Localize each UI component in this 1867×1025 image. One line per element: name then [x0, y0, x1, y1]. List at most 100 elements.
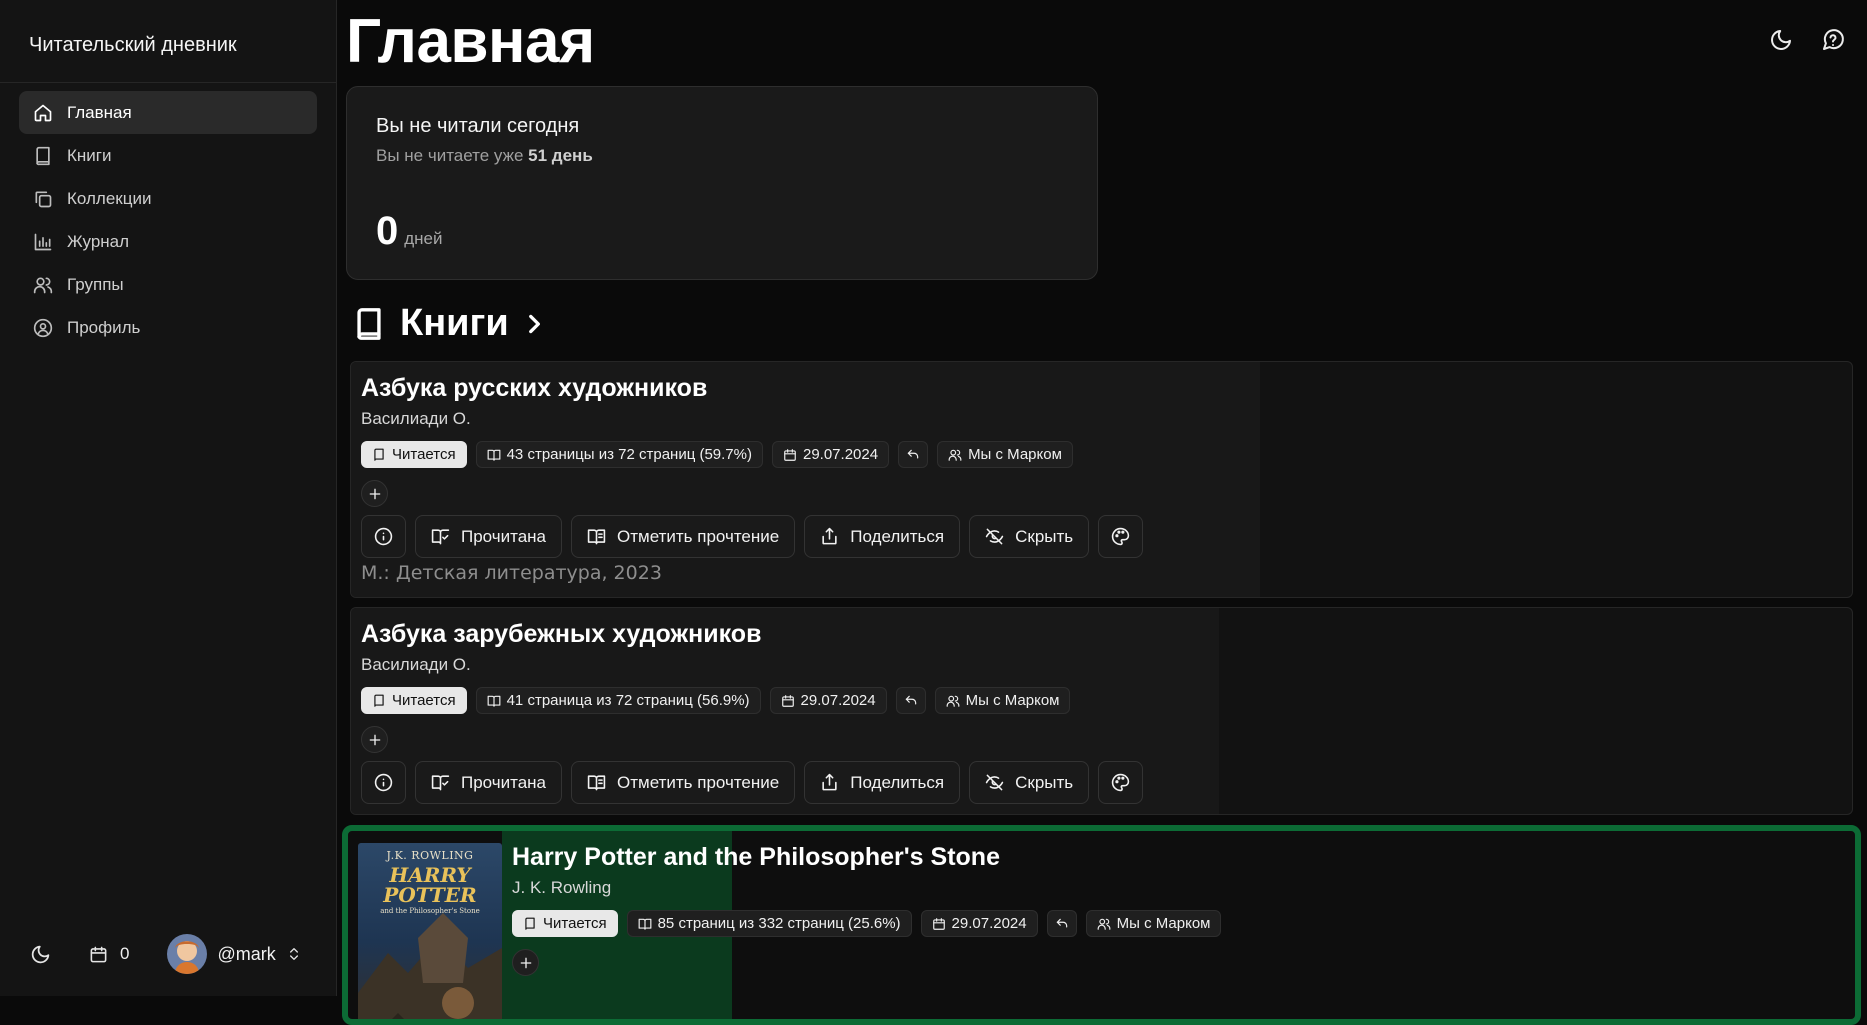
eye-off-icon — [985, 528, 1004, 545]
book-icon — [357, 307, 381, 340]
users-icon — [1097, 918, 1111, 930]
book-card-highlighted[interactable]: J.K. ROWLING HARRY POTTER and the Philos… — [342, 825, 1861, 1025]
sidebar-footer: 0 @mark — [0, 912, 337, 996]
status-badge[interactable]: Читается — [361, 441, 467, 468]
theme-toggle-button[interactable] — [1763, 22, 1799, 58]
info-button[interactable] — [361, 515, 406, 558]
book-icon — [374, 448, 384, 461]
avatar — [167, 934, 208, 974]
chevrons-up-down-icon — [289, 948, 298, 960]
book-badges: Читается 85 страниц из 332 страниц (25.6… — [512, 910, 1230, 937]
sidebar-item-journal[interactable]: Журнал — [19, 220, 317, 263]
progress-badge[interactable]: 41 страница из 72 страниц (56.9%) — [475, 687, 761, 714]
date-label: 29.07.2024 — [800, 692, 876, 709]
main-content: Главная Вы не читали сегодня Вы не читае… — [338, 0, 1867, 1025]
user-circle-icon — [33, 318, 53, 337]
add-tag-button[interactable] — [512, 949, 539, 976]
group-badge[interactable]: Мы с Марком — [937, 441, 1073, 468]
today-subtitle: Вы не читаете уже 51 день — [376, 146, 1068, 166]
sidebar-item-books[interactable]: Книги — [19, 134, 317, 177]
status-badge[interactable]: Читается — [512, 910, 618, 937]
sidebar-item-home[interactable]: Главная — [19, 91, 317, 134]
book-check-icon — [431, 775, 450, 791]
progress-label: 85 страниц из 332 страниц (25.6%) — [657, 915, 901, 932]
sidebar-nav: Главная Книги Коллекции Журнал Группы Пр… — [0, 83, 336, 357]
help-chat-icon — [1823, 29, 1844, 50]
undo-button[interactable] — [898, 441, 929, 468]
palette-button[interactable] — [1098, 515, 1144, 558]
hide-button[interactable]: Скрыть — [969, 761, 1090, 804]
help-button[interactable] — [1815, 22, 1851, 58]
date-badge[interactable]: 29.07.2024 — [771, 441, 890, 468]
progress-badge[interactable]: 43 страницы из 72 страниц (59.7%) — [475, 441, 763, 468]
sidebar-item-label: Коллекции — [67, 188, 152, 208]
share-label: Поделиться — [850, 772, 945, 792]
user-menu[interactable]: @mark — [167, 934, 301, 974]
share-button[interactable]: Поделиться — [804, 761, 961, 804]
streak-counter[interactable]: 0 — [89, 944, 129, 964]
log-reading-button[interactable]: Отметить прочтение — [571, 761, 796, 804]
users-icon — [33, 277, 53, 293]
book-badges: Читается 41 страница из 72 страниц (56.9… — [361, 687, 1152, 714]
book-title: Азбука зарубежных художников — [361, 620, 762, 648]
cover-art — [358, 913, 502, 1019]
top-toolbar — [1747, 22, 1851, 58]
calendar-icon — [781, 694, 794, 707]
book-card[interactable]: Азбука зарубежных художников Василиади О… — [350, 607, 1853, 815]
today-count: 0 дней — [376, 209, 443, 254]
sidebar-item-profile[interactable]: Профиль — [19, 306, 317, 349]
open-book-icon — [587, 775, 606, 791]
log-reading-label: Отметить прочтение — [617, 526, 780, 546]
progress-badge[interactable]: 85 страниц из 332 страниц (25.6%) — [626, 910, 912, 937]
book-author: J. K. Rowling — [512, 878, 612, 897]
calendar-icon — [90, 946, 107, 962]
book-author: Василиади О. — [361, 655, 471, 674]
add-tag-button[interactable] — [361, 726, 388, 753]
books-section-link[interactable]: Книги — [352, 302, 547, 345]
group-badge[interactable]: Мы с Марком — [1085, 910, 1222, 937]
undo-button[interactable] — [895, 687, 926, 714]
info-icon — [374, 773, 393, 792]
status-label: Читается — [392, 692, 456, 709]
sidebar-item-label: Профиль — [67, 317, 141, 337]
home-icon — [34, 104, 52, 121]
eye-off-icon — [985, 774, 1004, 791]
theme-toggle-button[interactable] — [30, 944, 51, 965]
today-count-unit: дней — [404, 229, 443, 248]
status-badge[interactable]: Читается — [361, 687, 467, 714]
undo-icon — [905, 695, 916, 704]
group-badge[interactable]: Мы с Марком — [934, 687, 1071, 714]
share-icon — [822, 773, 837, 791]
book-card[interactable]: Азбука русских художников Василиади О. Ч… — [350, 361, 1853, 598]
mark-read-button[interactable]: Прочитана — [415, 761, 562, 804]
sidebar-item-label: Книги — [67, 145, 112, 165]
palette-button[interactable] — [1098, 761, 1144, 804]
hide-button[interactable]: Скрыть — [969, 515, 1090, 558]
book-cover[interactable]: J.K. ROWLING HARRY POTTER and the Philos… — [358, 843, 502, 1019]
sidebar-item-label: Группы — [67, 274, 124, 294]
mark-read-button[interactable]: Прочитана — [415, 515, 562, 558]
open-book-icon — [487, 449, 501, 461]
moon-icon — [1771, 30, 1791, 50]
undo-button[interactable] — [1046, 910, 1077, 937]
book-info: Азбука зарубежных художников Василиади О… — [361, 620, 1152, 804]
book-icon — [374, 694, 384, 707]
share-button[interactable]: Поделиться — [804, 515, 961, 558]
today-sub-days: 51 день — [528, 146, 593, 165]
date-badge[interactable]: 29.07.2024 — [920, 910, 1038, 937]
users-icon — [946, 695, 960, 707]
today-title: Вы не читали сегодня — [376, 115, 580, 137]
info-button[interactable] — [361, 761, 406, 804]
add-tag-button[interactable] — [361, 480, 388, 507]
sidebar-item-label: Журнал — [67, 231, 130, 251]
progress-label: 43 страницы из 72 страниц (59.7%) — [506, 446, 752, 463]
open-book-icon — [587, 529, 606, 545]
sidebar-item-collections[interactable]: Коллекции — [19, 177, 317, 220]
log-reading-button[interactable]: Отметить прочтение — [571, 515, 796, 558]
open-book-icon — [638, 918, 652, 930]
palette-icon — [1112, 527, 1130, 546]
sidebar-item-groups[interactable]: Группы — [19, 263, 317, 306]
open-book-icon — [487, 695, 501, 707]
chart-icon — [34, 233, 52, 250]
date-badge[interactable]: 29.07.2024 — [769, 687, 887, 714]
